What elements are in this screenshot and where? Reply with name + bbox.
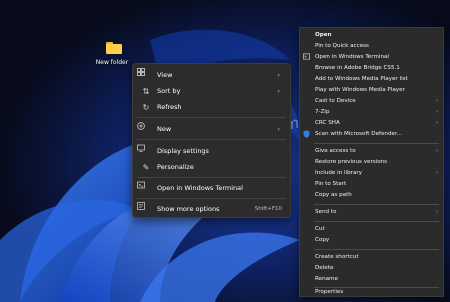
menu-item-display-settings[interactable]: Display settings (137, 144, 286, 158)
display-settings-icon (137, 144, 151, 156)
classic-item-open[interactable]: Open (300, 30, 443, 40)
modern-context-menu: View › ⇅ Sort by › ↻ Refresh New › Displ… (132, 63, 291, 218)
desktop-folder-label: New folder (95, 59, 129, 66)
desktop[interactable]: New folder geekermag.com geekermag.com V… (0, 0, 450, 302)
chevron-right-icon: › (436, 98, 438, 104)
menu-item-label: Refresh (157, 103, 182, 111)
menu-separator (314, 143, 439, 144)
menu-item-label: Show more options (157, 205, 220, 213)
menu-item-label: New (157, 125, 172, 133)
classic-item-label: Open in Windows Terminal (315, 54, 389, 60)
classic-item-give-access[interactable]: Give access to › (300, 146, 443, 156)
menu-item-show-more-options[interactable]: Show more options Shift+F10 (137, 202, 286, 216)
menu-separator (314, 221, 439, 222)
classic-item-properties[interactable]: Properties (300, 287, 443, 297)
menu-item-label: View (157, 71, 173, 79)
menu-item-view[interactable]: View › (137, 68, 286, 82)
classic-item-cast-to-device[interactable]: Cast to Device › (300, 96, 443, 106)
menu-separator (137, 198, 286, 199)
classic-item-send-to[interactable]: Send to › (300, 207, 443, 217)
classic-item-delete[interactable]: Delete (300, 263, 443, 273)
chevron-right-icon: › (436, 109, 438, 115)
classic-item-label: Cut (315, 226, 325, 232)
refresh-icon: ↻ (142, 102, 150, 112)
classic-item-label: Include in library (315, 170, 363, 176)
classic-item-label: Copy as path (315, 192, 352, 198)
classic-item-rename[interactable]: Rename (300, 274, 443, 284)
chevron-right-icon: › (277, 87, 280, 95)
personalize-brush-icon: ✎ (142, 162, 150, 172)
classic-item-adobe-bridge[interactable]: Browse in Adobe Bridge CS5.1 (300, 63, 443, 73)
classic-item-label: Properties (315, 289, 344, 295)
classic-item-label: Copy (315, 237, 330, 243)
menu-item-open-terminal[interactable]: Open in Windows Terminal (137, 181, 286, 195)
chevron-right-icon: › (436, 170, 438, 176)
classic-item-label: Scan with Microsoft Defender... (315, 131, 403, 137)
classic-item-label: Rename (315, 276, 338, 282)
menu-item-personalize[interactable]: ✎ Personalize (137, 160, 286, 174)
menu-item-label: Display settings (157, 147, 209, 155)
defender-shield-icon (303, 130, 311, 138)
classic-context-menu: Open Pin to Quick access Open in Windows… (299, 27, 444, 297)
classic-item-play-wmp[interactable]: Play with Windows Media Player (300, 85, 443, 95)
classic-item-include-library[interactable]: Include in library › (300, 168, 443, 178)
classic-item-restore-versions[interactable]: Restore previous versions (300, 157, 443, 167)
classic-item-label: Send to (315, 209, 337, 215)
menu-item-label: Sort by (157, 87, 181, 95)
classic-item-copy-as-path[interactable]: Copy as path (300, 190, 443, 200)
classic-item-open-terminal[interactable]: Open in Windows Terminal (300, 52, 443, 62)
new-plus-icon (137, 122, 151, 134)
sort-icon: ⇅ (142, 86, 150, 96)
more-options-icon (137, 202, 151, 214)
chevron-right-icon: › (277, 71, 280, 79)
classic-item-7zip[interactable]: 7-Zip › (300, 107, 443, 117)
menu-separator (314, 249, 439, 250)
terminal-icon (137, 181, 151, 193)
classic-item-label: Play with Windows Media Player (315, 87, 405, 93)
classic-item-label: Create shortcut (315, 254, 359, 260)
menu-item-shortcut: Shift+F10 (254, 206, 282, 212)
classic-item-label: Give access to (315, 148, 356, 154)
desktop-folder-item[interactable]: New folder (96, 42, 132, 66)
classic-item-copy[interactable]: Copy (300, 235, 443, 245)
classic-item-defender-scan[interactable]: Scan with Microsoft Defender... (300, 129, 443, 139)
menu-separator (137, 117, 286, 118)
menu-separator (137, 177, 286, 178)
classic-item-crc-sha[interactable]: CRC SHA › (300, 118, 443, 128)
chevron-right-icon: › (436, 209, 438, 215)
menu-item-sort-by[interactable]: ⇅ Sort by › (137, 84, 286, 98)
classic-item-label: Cast to Device (315, 98, 356, 104)
classic-item-label: Delete (315, 265, 334, 271)
menu-item-refresh[interactable]: ↻ Refresh (137, 100, 286, 114)
chevron-right-icon: › (436, 120, 438, 126)
classic-item-label: Restore previous versions (315, 159, 388, 165)
classic-item-pin-quick-access[interactable]: Pin to Quick access (300, 41, 443, 51)
classic-item-label: Pin to Start (315, 181, 347, 187)
terminal-icon (303, 53, 311, 61)
menu-item-label: Open in Windows Terminal (157, 184, 243, 192)
classic-item-label: Pin to Quick access (315, 43, 369, 49)
classic-item-pin-start[interactable]: Pin to Start (300, 179, 443, 189)
classic-item-label: Add to Windows Media Player list (315, 76, 408, 82)
chevron-right-icon: › (277, 125, 280, 133)
classic-item-label: Open (315, 32, 332, 38)
classic-item-add-wmp-list[interactable]: Add to Windows Media Player list (300, 74, 443, 84)
classic-item-cut[interactable]: Cut (300, 224, 443, 234)
classic-item-label: CRC SHA (315, 120, 340, 126)
menu-separator (137, 139, 286, 140)
menu-item-label: Personalize (157, 163, 194, 171)
classic-item-create-shortcut[interactable]: Create shortcut (300, 252, 443, 262)
classic-item-label: Browse in Adobe Bridge CS5.1 (315, 65, 400, 71)
view-grid-icon (137, 68, 151, 80)
menu-separator (314, 204, 439, 205)
folder-icon (106, 42, 122, 54)
chevron-right-icon: › (436, 148, 438, 154)
classic-item-label: 7-Zip (315, 109, 330, 115)
menu-item-new[interactable]: New › (137, 122, 286, 136)
